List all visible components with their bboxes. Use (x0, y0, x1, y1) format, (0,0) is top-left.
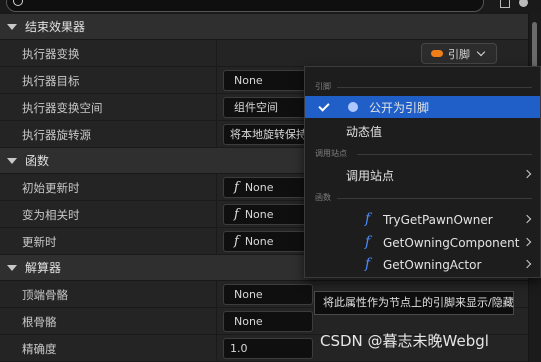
row-label: 更新时 (22, 235, 57, 249)
collapse-arrow-icon[interactable] (7, 264, 17, 271)
column-divider[interactable] (216, 228, 217, 254)
chevron-right-icon (522, 259, 532, 269)
row-label: 执行器目标 (22, 74, 80, 88)
field-value: None (234, 288, 263, 301)
effector-target-dropdown[interactable]: None (223, 70, 313, 91)
search-icon (13, 0, 23, 6)
function-binding-dropdown[interactable]: f None (223, 204, 313, 225)
field-value: 1.0 (230, 342, 248, 355)
function-binding-dropdown[interactable]: f None (223, 177, 313, 198)
menu-separator (337, 87, 532, 88)
pin-option-label: 引脚 (448, 47, 470, 61)
pin-icon (431, 50, 443, 57)
function-icon: f (365, 211, 371, 227)
menu-item-function[interactable]: f GetOwningActor (305, 254, 540, 276)
column-divider[interactable] (216, 121, 217, 147)
root-bone-dropdown[interactable]: None (223, 311, 313, 332)
column-divider[interactable] (216, 201, 217, 227)
field-value: None (234, 74, 263, 87)
row-effector-transform: 执行器变换 引脚 (0, 40, 528, 67)
field-value: None (244, 235, 274, 248)
chevron-right-icon (522, 169, 532, 179)
column-divider[interactable] (216, 335, 217, 361)
row-label: 初始更新时 (22, 181, 80, 195)
menu-item-label: GetOwningActor (383, 258, 482, 272)
column-divider[interactable] (216, 94, 217, 120)
watermark: CSDN @暮志未晚Webgl (320, 332, 489, 350)
section-title: 结束效果器 (25, 20, 86, 34)
menu-item-label: 动态值 (346, 124, 383, 139)
check-icon (318, 100, 330, 112)
menu-item-label: 公开为引脚 (369, 100, 430, 115)
field-value: None (244, 208, 274, 221)
row-label: 根骨骼 (22, 315, 57, 329)
row-label: 执行器变换 (22, 47, 80, 61)
search-input[interactable] (6, 0, 484, 12)
section-end-effector[interactable]: 结束效果器 (0, 14, 528, 40)
settings-icon[interactable] (519, 0, 528, 7)
menu-category-call-site: 调用站点 (315, 149, 347, 158)
function-icon: f (234, 234, 239, 249)
column-divider[interactable] (216, 40, 217, 66)
collapse-arrow-icon[interactable] (7, 157, 17, 164)
menu-item-dynamic-value[interactable]: 动态值 (305, 120, 540, 142)
function-icon: f (234, 180, 239, 195)
field-value: None (244, 181, 274, 194)
collapse-arrow-icon[interactable] (7, 23, 17, 30)
row-label: 变为相关时 (22, 208, 80, 222)
section-title: 解算器 (25, 261, 62, 275)
chevron-right-icon (522, 214, 532, 224)
menu-item-label: GetOwningComponent (383, 236, 520, 250)
column-divider[interactable] (216, 67, 217, 93)
transform-space-dropdown[interactable]: 组件空间 (223, 97, 313, 118)
menu-item-label: 调用站点 (346, 168, 395, 183)
pin-dot-icon (348, 102, 358, 112)
rotation-source-dropdown[interactable]: 将本地旋转保持 (223, 124, 313, 145)
column-divider[interactable] (216, 174, 217, 200)
field-value: 将本地旋转保持 (230, 128, 307, 141)
menu-category-function: 函数 (315, 193, 331, 202)
row-label: 精确度 (22, 342, 57, 356)
view-options-icon[interactable] (500, 0, 510, 8)
menu-item-function[interactable]: f GetOwningComponent (305, 232, 540, 254)
pin-options-menu: 引脚 公开为引脚 动态值 调用站点 调用站点 函数 f TryGetPawnOw… (304, 66, 541, 278)
row-label: 顶端骨骼 (22, 288, 68, 302)
pin-options-button[interactable]: 引脚 (421, 43, 497, 64)
field-value: 组件空间 (234, 101, 278, 114)
chevron-right-icon (522, 237, 532, 247)
chevron-down-icon (476, 47, 486, 56)
function-icon: f (365, 256, 371, 272)
top-bar (0, 0, 541, 14)
menu-item-expose-as-pin[interactable]: 公开为引脚 (305, 96, 540, 118)
tooltip: 将此属性作为节点上的引脚来显示/隐藏 (314, 291, 514, 315)
menu-item-call-site[interactable]: 调用站点 (305, 164, 540, 186)
section-title: 函数 (25, 154, 50, 168)
column-divider[interactable] (216, 281, 217, 307)
precision-input[interactable]: 1.0 (223, 338, 313, 359)
menu-item-label: TryGetPawnOwner (383, 213, 493, 227)
row-label: 执行器变换空间 (22, 101, 103, 115)
field-value: None (234, 315, 263, 328)
menu-separator (357, 154, 532, 155)
menu-category-pin: 引脚 (315, 82, 331, 91)
function-binding-dropdown[interactable]: f None (223, 231, 313, 252)
row-label: 执行器旋转源 (22, 128, 91, 142)
function-icon: f (365, 234, 371, 250)
menu-item-function[interactable]: f TryGetPawnOwner (305, 209, 540, 231)
function-icon: f (234, 207, 239, 222)
column-divider[interactable] (216, 308, 217, 334)
tip-bone-dropdown[interactable]: None (223, 284, 313, 305)
menu-separator (337, 198, 532, 199)
